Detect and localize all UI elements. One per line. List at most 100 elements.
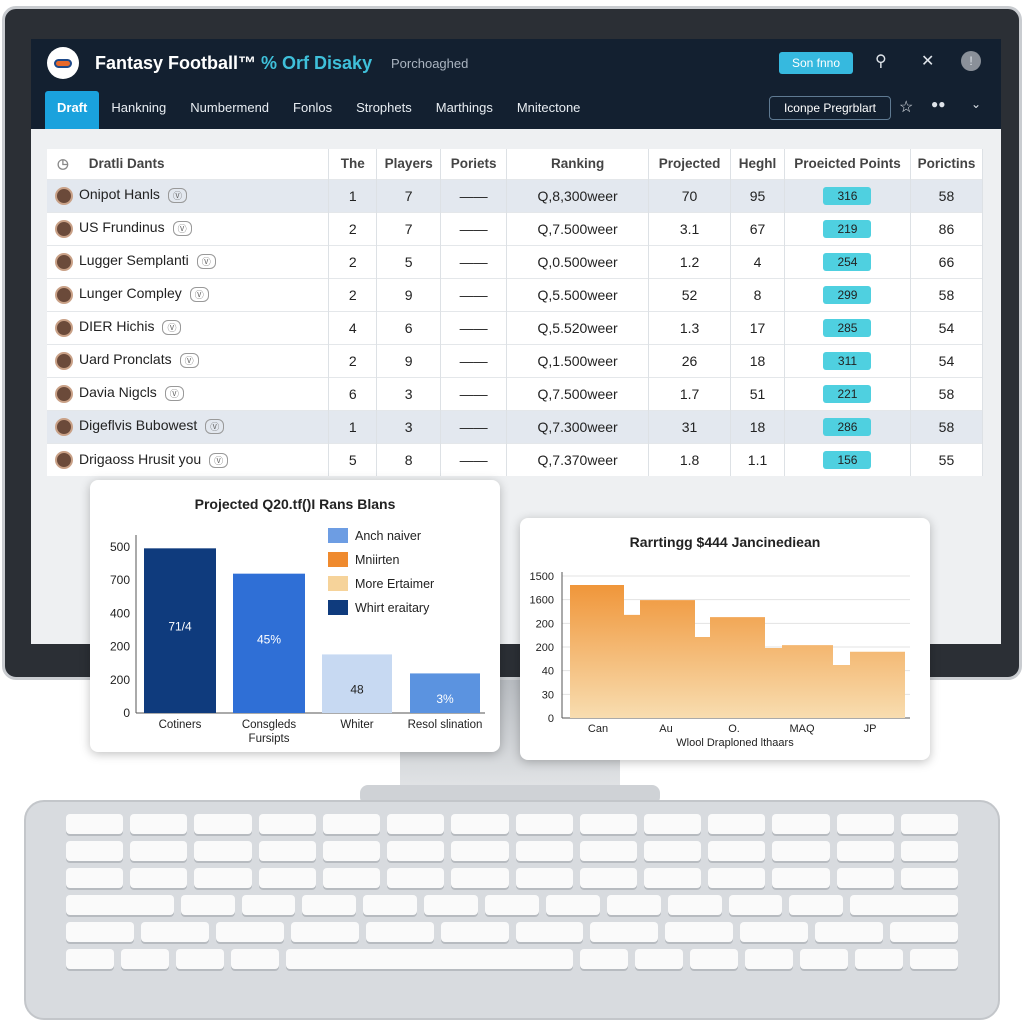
column-header[interactable]: Poriets (451, 156, 497, 171)
key[interactable] (130, 841, 188, 861)
table-row[interactable]: US Frundinus Ⓥ 2 7 —— Q,7.500weer 3.1 67 219 86 (47, 211, 984, 245)
key[interactable] (285, 949, 574, 969)
info-tag-icon[interactable]: Ⓥ (167, 188, 187, 204)
info-tag-icon[interactable]: Ⓥ (179, 353, 199, 369)
key[interactable] (890, 922, 959, 942)
key[interactable] (772, 814, 830, 834)
toggle-icon[interactable]: ●● (931, 97, 946, 111)
column-header[interactable]: Players (385, 156, 433, 171)
page-button[interactable]: Iconpe Pregrblart (769, 96, 891, 120)
key[interactable] (65, 922, 134, 942)
star-icon[interactable]: ☆ (899, 97, 913, 117)
key[interactable] (424, 895, 479, 915)
tab-marthings[interactable]: Marthings (424, 91, 505, 129)
key[interactable] (836, 868, 894, 888)
key[interactable] (635, 949, 684, 969)
key[interactable] (515, 841, 573, 861)
key[interactable] (241, 895, 296, 915)
key[interactable] (667, 895, 722, 915)
key[interactable] (590, 922, 659, 942)
table-row[interactable]: Davia Nigcls Ⓥ 6 3 —— Q,7.500weer 1.7 51 221 58 (47, 376, 984, 410)
column-header[interactable]: The (341, 156, 365, 171)
sign-in-button[interactable]: Son fnno (779, 52, 853, 74)
tab-fonlos[interactable]: Fonlos (281, 91, 344, 129)
key[interactable] (740, 922, 809, 942)
chevron-down-icon[interactable]: ⌄ (971, 97, 981, 111)
key[interactable] (258, 868, 316, 888)
tab-mnitectone[interactable]: Mnitectone (505, 91, 593, 129)
key[interactable] (515, 814, 573, 834)
info-tag-icon[interactable]: Ⓥ (162, 320, 182, 336)
key[interactable] (772, 841, 830, 861)
key[interactable] (387, 841, 445, 861)
key[interactable] (579, 868, 637, 888)
info-tag-icon[interactable]: Ⓥ (164, 386, 184, 402)
key[interactable] (451, 868, 509, 888)
key[interactable] (665, 922, 734, 942)
key[interactable] (643, 841, 702, 861)
table-row[interactable]: Drigaoss Hrusit you Ⓥ 5 8 —— Q,7.370weer 1.8 1.… (47, 442, 984, 476)
key[interactable] (120, 949, 169, 969)
key[interactable] (643, 868, 702, 888)
key[interactable] (194, 841, 252, 861)
table-row[interactable]: Uard Pronclats Ⓥ 2 9 —— Q,1.500weer 26 18 311 54 (47, 343, 984, 377)
key[interactable] (258, 841, 316, 861)
key[interactable] (745, 949, 794, 969)
key[interactable] (690, 949, 739, 969)
key[interactable] (65, 841, 124, 861)
search-icon[interactable]: ⚲ (875, 51, 887, 71)
column-header[interactable]: Porictins (918, 156, 976, 171)
key[interactable] (365, 922, 434, 942)
column-header[interactable]: Ranking (551, 156, 604, 171)
key[interactable] (910, 949, 958, 969)
key[interactable] (451, 814, 509, 834)
key[interactable] (230, 949, 279, 969)
key[interactable] (485, 895, 539, 915)
key[interactable] (66, 895, 174, 915)
key[interactable] (215, 922, 284, 942)
column-header[interactable]: Projected (659, 156, 721, 171)
key[interactable] (194, 814, 252, 834)
key[interactable] (789, 895, 844, 915)
info-tag-icon[interactable]: Ⓥ (196, 254, 216, 270)
user-avatar[interactable]: ! (961, 51, 981, 71)
info-tag-icon[interactable]: Ⓥ (209, 452, 229, 468)
table-row[interactable]: Digeflvis Bubowest Ⓥ 1 3 —— Q,7.300weer 31 18 28… (47, 409, 984, 443)
key[interactable] (643, 814, 702, 834)
key[interactable] (855, 949, 904, 969)
table-row[interactable]: Lunger Compley Ⓥ 2 9 —— Q,5.500weer 52 8 299 58 (47, 277, 984, 311)
column-header[interactable]: Heghl (739, 156, 777, 171)
key[interactable] (322, 841, 381, 861)
key[interactable] (606, 895, 661, 915)
key[interactable] (579, 841, 637, 861)
key[interactable] (900, 868, 959, 888)
key[interactable] (728, 895, 783, 915)
key[interactable] (708, 868, 766, 888)
key[interactable] (708, 814, 766, 834)
close-icon[interactable]: ✕ (921, 51, 934, 71)
key[interactable] (579, 814, 637, 834)
key[interactable] (815, 922, 884, 942)
key[interactable] (387, 814, 445, 834)
key[interactable] (140, 922, 209, 942)
key[interactable] (440, 922, 509, 942)
key[interactable] (322, 868, 381, 888)
key[interactable] (322, 814, 381, 834)
key[interactable] (836, 841, 894, 861)
key[interactable] (290, 922, 359, 942)
column-header[interactable]: Proeicted Points (794, 156, 901, 171)
key[interactable] (800, 949, 849, 969)
key[interactable] (580, 949, 629, 969)
key[interactable] (65, 814, 124, 834)
key[interactable] (708, 841, 766, 861)
tab-hankning[interactable]: Hankning (99, 91, 178, 129)
key[interactable] (194, 868, 252, 888)
column-header[interactable]: Dratli Dants (89, 156, 165, 171)
key[interactable] (65, 868, 124, 888)
key[interactable] (515, 868, 573, 888)
key[interactable] (900, 841, 959, 861)
key[interactable] (850, 895, 958, 915)
key[interactable] (451, 841, 509, 861)
table-row[interactable]: DIER Hichis Ⓥ 4 6 —— Q,5.520weer 1.3 17 285 54 (47, 310, 984, 344)
tab-strophets[interactable]: Strophets (344, 91, 424, 129)
